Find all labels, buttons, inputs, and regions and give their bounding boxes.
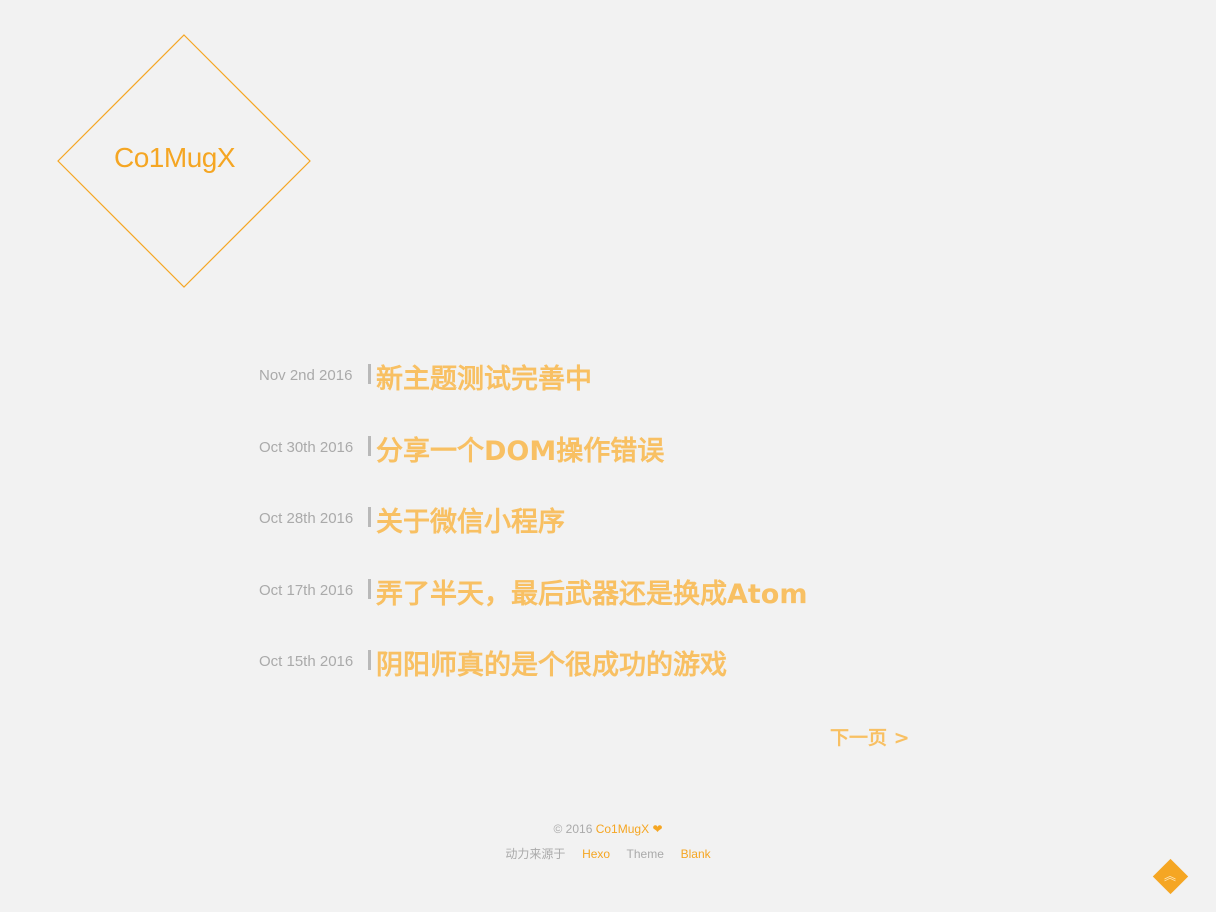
post-title-link[interactable]: 弄了半天，最后武器还是换成Atom bbox=[376, 567, 808, 611]
footer-copyright-line: © 2016 Co1MugX ❤ bbox=[0, 820, 1216, 845]
post-date: Oct 17th 2016 bbox=[259, 581, 354, 599]
chevron-up-double-icon: ︽ bbox=[1163, 869, 1176, 883]
post-title-link[interactable]: 关于微信小程序 bbox=[376, 495, 565, 539]
powered-by-text: 动力来源于 bbox=[505, 847, 566, 861]
post-separator bbox=[368, 578, 371, 599]
theme-blank-link[interactable]: Blank bbox=[681, 847, 711, 861]
post-item: Nov 2nd 2016 新主题测试完善中 bbox=[259, 352, 959, 424]
hexo-link[interactable]: Hexo bbox=[582, 847, 610, 861]
post-title-link[interactable]: 阴阳师真的是个很成功的游戏 bbox=[376, 638, 727, 682]
post-item: Oct 15th 2016 阴阳师真的是个很成功的游戏 bbox=[259, 638, 959, 710]
footer-author-link[interactable]: Co1MugX bbox=[596, 822, 649, 836]
post-item: Oct 17th 2016 弄了半天，最后武器还是换成Atom bbox=[259, 567, 959, 639]
heart-icon: ❤ bbox=[652, 822, 663, 836]
post-title-link[interactable]: 分享一个DOM操作错误 bbox=[376, 424, 664, 468]
next-page-link[interactable]: 下一页 > bbox=[830, 723, 910, 750]
site-title-link[interactable]: Co1MugX bbox=[114, 142, 236, 174]
copyright-text: © 2016 bbox=[553, 822, 593, 836]
post-separator bbox=[368, 650, 371, 670]
post-date: Oct 15th 2016 bbox=[259, 653, 354, 670]
post-separator bbox=[368, 364, 371, 384]
post-date: Oct 30th 2016 bbox=[259, 438, 354, 456]
footer: © 2016 Co1MugX ❤ 动力来源于 Hexo Theme Blank bbox=[0, 820, 1216, 870]
post-title-link[interactable]: 新主题测试完善中 bbox=[376, 352, 592, 396]
footer-powered-line: 动力来源于 Hexo Theme Blank bbox=[0, 845, 1216, 870]
theme-label: Theme bbox=[626, 847, 664, 861]
post-separator bbox=[368, 507, 371, 527]
post-separator bbox=[368, 435, 371, 456]
post-date: Oct 28th 2016 bbox=[259, 510, 354, 527]
post-item: Oct 30th 2016 分享一个DOM操作错误 bbox=[259, 424, 959, 496]
page: Co1MugX Nov 2nd 2016 新主题测试完善中 Oct 30th 2… bbox=[0, 0, 1216, 912]
post-list: Nov 2nd 2016 新主题测试完善中 Oct 30th 2016 分享一个… bbox=[259, 352, 959, 710]
post-item: Oct 28th 2016 关于微信小程序 bbox=[259, 495, 959, 567]
post-date: Nov 2nd 2016 bbox=[259, 367, 353, 384]
site-logo[interactable]: Co1MugX bbox=[57, 34, 311, 288]
